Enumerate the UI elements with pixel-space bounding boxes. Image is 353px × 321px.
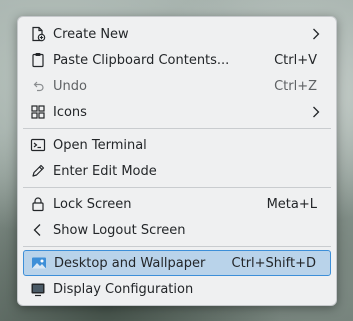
menu-item-undo[interactable]: Undo Ctrl+Z	[23, 73, 331, 99]
menu-item-display-configuration[interactable]: Display Configuration	[23, 276, 331, 302]
menu-item-label: Paste Clipboard Contents...	[53, 52, 230, 68]
menu-item-label: Open Terminal	[53, 137, 147, 153]
menu-separator	[23, 246, 331, 247]
terminal-icon	[29, 136, 47, 154]
menu-separator	[23, 128, 331, 129]
menu-separator	[23, 187, 331, 188]
menu-item-create-new[interactable]: Create New	[23, 21, 331, 47]
menu-item-shortcut: Ctrl+V	[274, 52, 317, 68]
menu-item-label: Undo	[53, 78, 87, 94]
pencil-icon	[29, 162, 47, 180]
menu-item-enter-edit-mode[interactable]: Enter Edit Mode	[23, 158, 331, 184]
menu-item-label: Icons	[53, 104, 87, 120]
menu-item-label: Show Logout Screen	[53, 222, 186, 238]
chevron-right-icon	[311, 105, 321, 119]
display-icon	[29, 280, 47, 298]
menu-item-label: Desktop and Wallpaper	[54, 255, 206, 271]
menu-item-icons[interactable]: Icons	[23, 99, 331, 125]
menu-item-open-terminal[interactable]: Open Terminal	[23, 132, 331, 158]
desktop-context-menu: Create New Paste Clipboard Contents... C…	[17, 16, 337, 306]
clipboard-icon	[29, 51, 47, 69]
menu-item-desktop-and-wallpaper[interactable]: Desktop and Wallpaper Ctrl+Shift+D	[23, 250, 331, 276]
undo-icon	[29, 77, 47, 95]
menu-item-show-logout-screen[interactable]: Show Logout Screen	[23, 217, 331, 243]
menu-item-shortcut: Meta+L	[266, 196, 317, 212]
grid-icon	[29, 103, 47, 121]
menu-item-shortcut: Ctrl+Z	[274, 78, 317, 94]
chevron-left-icon	[29, 221, 47, 239]
menu-item-label: Lock Screen	[53, 196, 132, 212]
wallpaper-icon	[30, 254, 48, 272]
menu-item-label: Create New	[53, 26, 129, 42]
menu-item-lock-screen[interactable]: Lock Screen Meta+L	[23, 191, 331, 217]
menu-item-shortcut: Ctrl+Shift+D	[231, 255, 316, 271]
menu-item-label: Display Configuration	[53, 281, 194, 297]
lock-icon	[29, 195, 47, 213]
chevron-right-icon	[311, 27, 321, 41]
menu-item-paste[interactable]: Paste Clipboard Contents... Ctrl+V	[23, 47, 331, 73]
new-document-icon	[29, 25, 47, 43]
menu-item-label: Enter Edit Mode	[53, 163, 157, 179]
